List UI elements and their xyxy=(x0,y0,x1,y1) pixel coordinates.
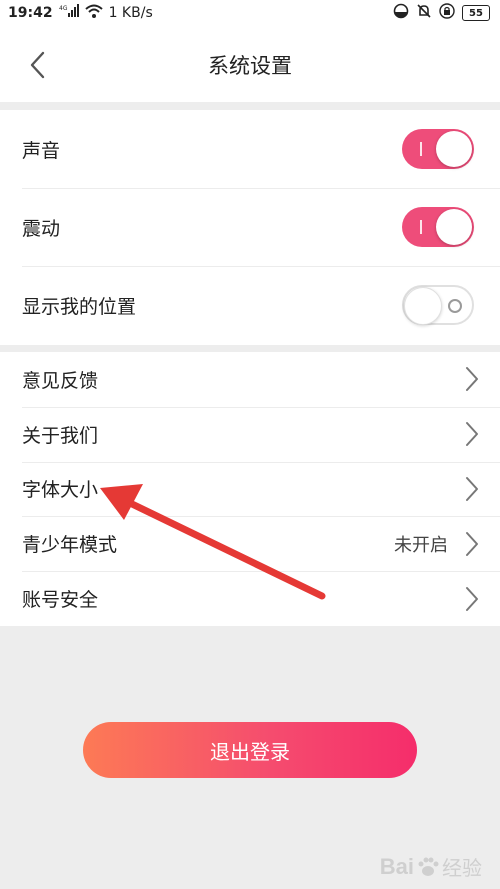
svg-text:4G: 4G xyxy=(59,5,68,12)
chevron-right-icon xyxy=(466,422,478,447)
nav-bar: 系统设置 xyxy=(0,26,500,102)
network-speed: 1 KB/s xyxy=(108,5,153,21)
status-bar: 19:42 4G 1 KB/s 55 xyxy=(0,0,500,26)
menu-item-label: 关于我们 xyxy=(22,424,99,447)
youth-mode-status: 未开启 xyxy=(394,534,448,556)
toggle-knob xyxy=(436,131,472,167)
toggle-knob xyxy=(404,287,442,325)
chevron-right-icon xyxy=(466,586,478,611)
baidu-watermark: Bai 经验 xyxy=(380,852,482,881)
setting-row-sound: 声音 xyxy=(0,110,500,188)
menu-item-about[interactable]: 关于我们 xyxy=(0,406,500,462)
lock-icon xyxy=(439,3,455,23)
status-time: 19:42 xyxy=(8,5,53,21)
menu-item-account-security[interactable]: 账号安全 xyxy=(0,571,500,626)
watermark-text-b: 经验 xyxy=(442,856,482,880)
vibration-toggle[interactable] xyxy=(402,207,474,247)
menu-item-feedback[interactable]: 意见反馈 xyxy=(0,352,500,407)
chevron-right-icon xyxy=(466,531,478,556)
menu-item-label: 账号安全 xyxy=(22,589,99,612)
logout-button[interactable]: 退出登录 xyxy=(83,722,417,778)
menu-item-label: 意见反馈 xyxy=(22,369,99,392)
menu-item-youth-mode[interactable]: 青少年模式 未开启 xyxy=(0,516,500,571)
toggle-on-mark-icon xyxy=(420,142,422,156)
toggle-knob xyxy=(436,209,472,245)
silent-bell-icon xyxy=(416,3,432,23)
data-saver-icon xyxy=(393,3,409,23)
watermark-text-a: Bai xyxy=(379,853,414,879)
sound-toggle[interactable] xyxy=(402,129,474,169)
setting-row-location: 显示我的位置 xyxy=(0,266,500,344)
chevron-right-icon xyxy=(466,476,478,501)
battery-icon: 55 xyxy=(462,5,490,21)
page-title: 系统设置 xyxy=(208,54,292,78)
baidu-paw-logo-icon xyxy=(418,857,439,876)
menu-section: 意见反馈 关于我们 字体大小 青少年模式 未开启 账号安全 xyxy=(0,352,500,626)
menu-item-font-size[interactable]: 字体大小 xyxy=(0,461,500,517)
toggle-on-mark-icon xyxy=(420,220,422,234)
menu-item-label: 字体大小 xyxy=(22,479,99,502)
setting-row-vibration: 震动 xyxy=(0,188,500,266)
location-toggle[interactable] xyxy=(402,285,474,325)
toggle-off-mark-icon xyxy=(448,299,462,313)
wifi-icon xyxy=(84,4,103,22)
chevron-right-icon xyxy=(466,367,478,392)
toggle-settings-section: 声音 震动 显示我的位置 xyxy=(0,110,500,345)
signal-4g-icon: 4G xyxy=(59,4,79,22)
